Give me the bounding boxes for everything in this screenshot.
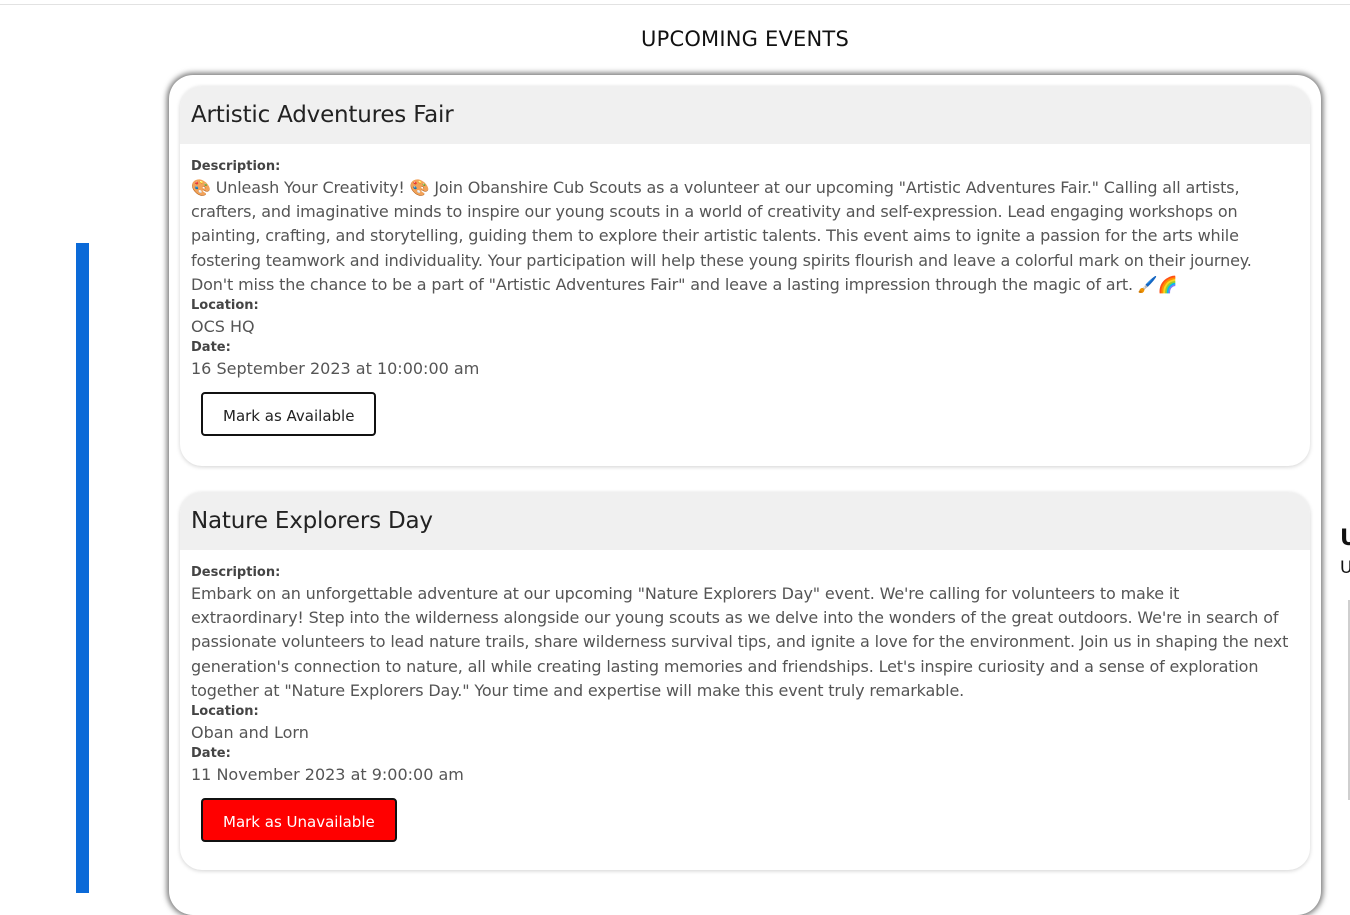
top-divider <box>0 4 1350 5</box>
event-description: Embark on an unforgettable adventure at … <box>191 584 1289 700</box>
page-title: UPCOMING EVENTS <box>641 27 849 51</box>
event-title: Artistic Adventures Fair <box>191 102 454 128</box>
description-label: Description: <box>191 565 281 580</box>
event-card: Nature Explorers Day Description: Embark… <box>180 492 1310 870</box>
event-card-header: Nature Explorers Day <box>180 492 1310 550</box>
event-card-body: Description: Embark on an unforgettable … <box>180 550 1310 843</box>
side-panel-subtext: U <box>1340 558 1350 578</box>
event-location: OCS HQ <box>191 317 255 337</box>
event-date: 16 September 2023 at 10:00:00 am <box>191 359 480 379</box>
event-card: Artistic Adventures Fair Description: 🎨 … <box>180 86 1310 466</box>
mark-unavailable-button[interactable]: Mark as Unavailable <box>201 798 397 843</box>
event-card-header: Artistic Adventures Fair <box>180 86 1310 144</box>
date-label: Date: <box>191 746 231 762</box>
event-card-body: Description: 🎨 Unleash Your Creativity! … <box>180 144 1310 437</box>
description-label: Description: <box>191 159 281 174</box>
event-title: Nature Explorers Day <box>191 508 433 534</box>
events-panel: Artistic Adventures Fair Description: 🎨 … <box>169 75 1321 915</box>
event-location: Oban and Lorn <box>191 723 309 743</box>
mark-available-button[interactable]: Mark as Available <box>201 392 377 437</box>
location-label: Location: <box>191 704 259 720</box>
location-label: Location: <box>191 298 259 314</box>
side-panel-heading: U <box>1340 526 1350 551</box>
date-label: Date: <box>191 340 231 356</box>
side-accent-bar <box>76 243 89 893</box>
event-description: 🎨 Unleash Your Creativity! 🎨 Join Obansh… <box>191 178 1252 294</box>
event-date: 11 November 2023 at 9:00:00 am <box>191 765 464 785</box>
